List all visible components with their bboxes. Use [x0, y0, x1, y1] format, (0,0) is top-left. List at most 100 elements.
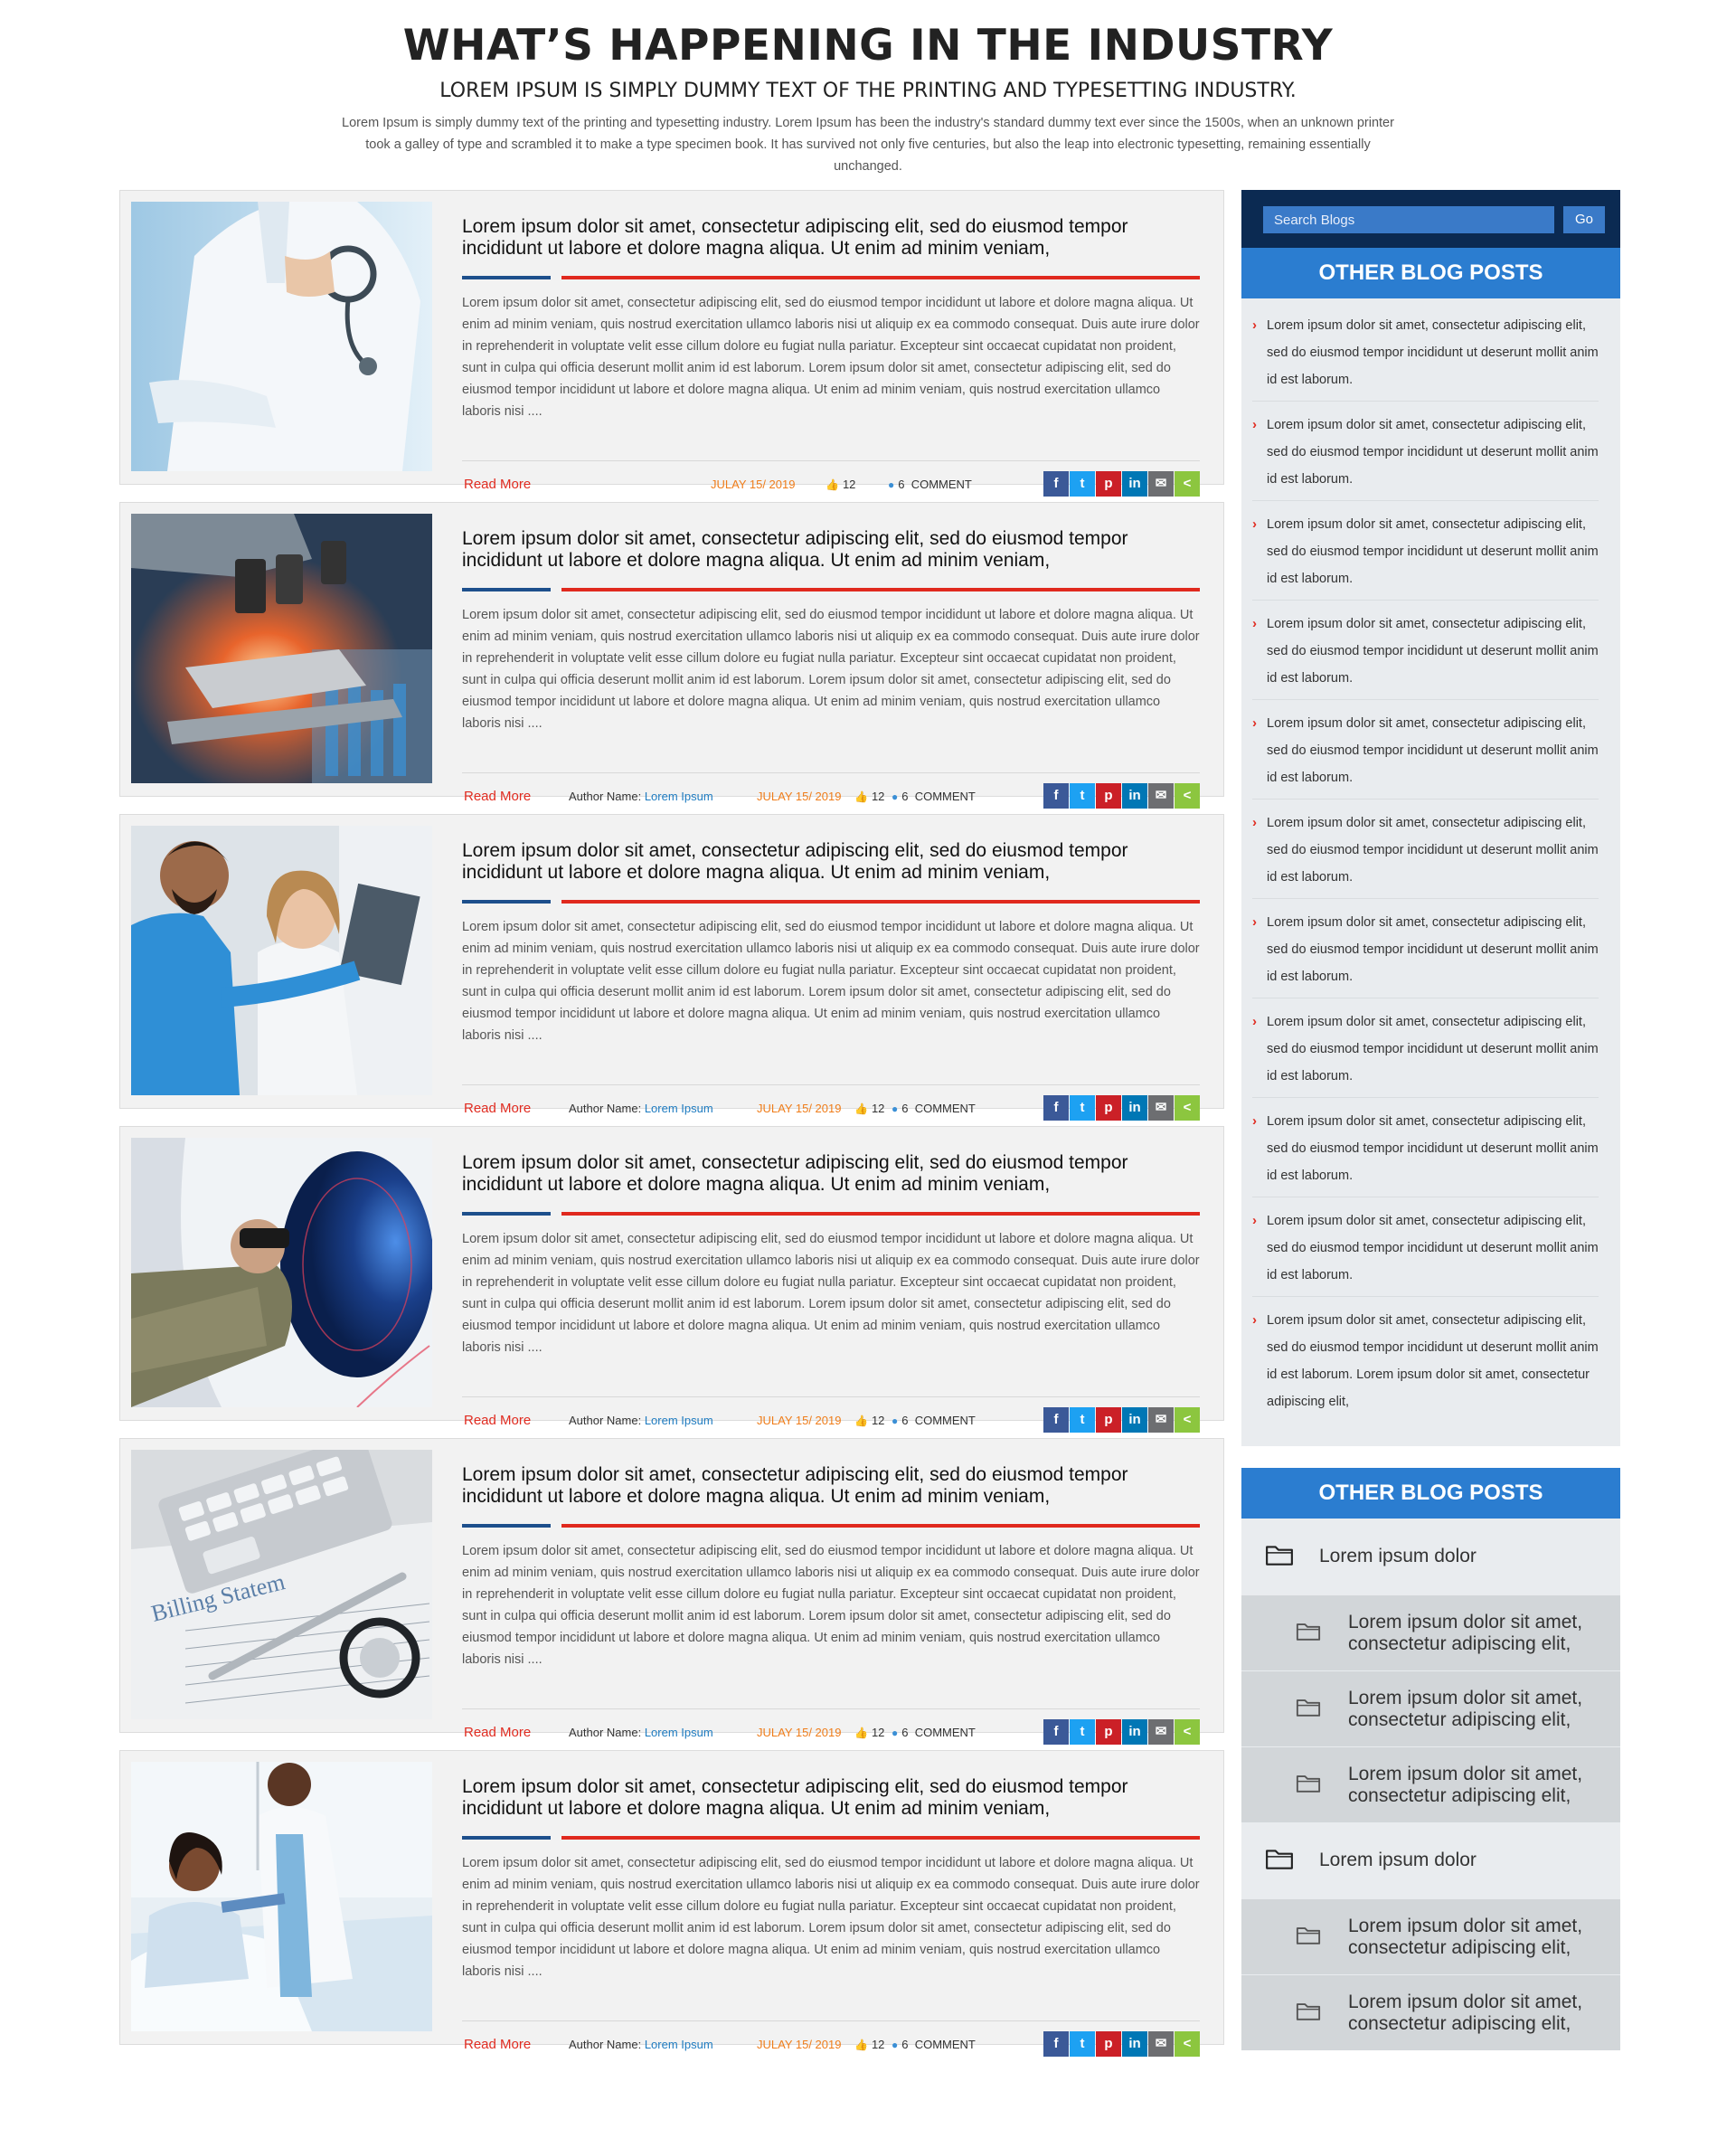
pinterest-icon[interactable]: p [1096, 1719, 1121, 1745]
email-icon[interactable]: ✉ [1148, 1095, 1174, 1121]
read-more-link[interactable]: Read More [464, 2037, 531, 2052]
recent-post-link[interactable]: Lorem ipsum dolor sit amet, consectetur … [1267, 1307, 1599, 1415]
recent-post-link[interactable]: Lorem ipsum dolor sit amet, consectetur … [1267, 412, 1599, 493]
recent-post-item[interactable]: › Lorem ipsum dolor sit amet, consectetur… [1252, 1304, 1599, 1423]
linkedin-icon[interactable]: in [1122, 1095, 1147, 1121]
likes-count[interactable]: 👍 12 [854, 1726, 884, 1739]
subcategory-item[interactable]: Lorem ipsum dolor sit amet, consectetur … [1241, 1974, 1620, 2050]
email-icon[interactable]: ✉ [1148, 2031, 1174, 2057]
search-go-button[interactable]: Go [1563, 206, 1605, 233]
recent-post-link[interactable]: Lorem ipsum dolor sit amet, consectetur … [1267, 710, 1599, 791]
twitter-icon[interactable]: t [1070, 1407, 1095, 1433]
recent-post-link[interactable]: Lorem ipsum dolor sit amet, consectetur … [1267, 909, 1599, 990]
email-icon[interactable]: ✉ [1148, 471, 1174, 497]
recent-post-item[interactable]: › Lorem ipsum dolor sit amet, consectetur… [1252, 309, 1599, 402]
facebook-icon[interactable]: f [1043, 1407, 1069, 1433]
twitter-icon[interactable]: t [1070, 783, 1095, 809]
share-icon[interactable]: < [1175, 1719, 1200, 1745]
read-more-link[interactable]: Read More [464, 789, 531, 804]
read-more-link[interactable]: Read More [464, 1413, 531, 1428]
recent-post-item[interactable]: › Lorem ipsum dolor sit amet, consectetur… [1252, 409, 1599, 501]
author-name-link[interactable]: Lorem Ipsum [645, 2038, 713, 2051]
category-item[interactable]: Lorem ipsum dolor [1241, 1822, 1620, 1898]
post-image[interactable] [131, 514, 432, 783]
twitter-icon[interactable]: t [1070, 2031, 1095, 2057]
twitter-icon[interactable]: t [1070, 471, 1095, 497]
pinterest-icon[interactable]: p [1096, 471, 1121, 497]
comments-count[interactable]: ● 6 COMMENT [892, 1726, 976, 1739]
share-icon[interactable]: < [1175, 471, 1200, 497]
comments-count[interactable]: ● 6 COMMENT [892, 1414, 976, 1427]
facebook-icon[interactable]: f [1043, 1719, 1069, 1745]
linkedin-icon[interactable]: in [1122, 1407, 1147, 1433]
comments-count[interactable]: ● 6 COMMENT [892, 1102, 976, 1115]
read-more-link[interactable]: Read More [464, 477, 531, 492]
read-more-link[interactable]: Read More [464, 1101, 531, 1116]
recent-post-item[interactable]: › Lorem ipsum dolor sit amet, consectetur… [1252, 608, 1599, 700]
recent-post-link[interactable]: Lorem ipsum dolor sit amet, consectetur … [1267, 1008, 1599, 1090]
share-icon[interactable]: < [1175, 1095, 1200, 1121]
search-input[interactable] [1263, 206, 1554, 233]
facebook-icon[interactable]: f [1043, 471, 1069, 497]
recent-post-link[interactable]: Lorem ipsum dolor sit amet, consectetur … [1267, 809, 1599, 891]
comments-count[interactable]: ● 6 COMMENT [892, 2038, 976, 2051]
likes-count[interactable]: 👍 12 [854, 1102, 884, 1115]
author-name-link[interactable]: Lorem Ipsum [645, 1414, 713, 1427]
author-name-link[interactable]: Lorem Ipsum [645, 1726, 713, 1739]
linkedin-icon[interactable]: in [1122, 471, 1147, 497]
post-image[interactable]: Billing Statem [131, 1450, 432, 1719]
comments-count[interactable]: ● 6 COMMENT [892, 790, 976, 803]
recent-post-item[interactable]: › Lorem ipsum dolor sit amet, consectetur… [1252, 1205, 1599, 1297]
linkedin-icon[interactable]: in [1122, 783, 1147, 809]
subcategory-item[interactable]: Lorem ipsum dolor sit amet, consectetur … [1241, 1594, 1620, 1670]
author-name-link[interactable]: Lorem Ipsum [645, 1102, 713, 1115]
pinterest-icon[interactable]: p [1096, 1407, 1121, 1433]
recent-post-link[interactable]: Lorem ipsum dolor sit amet, consectetur … [1267, 312, 1599, 393]
recent-post-item[interactable]: › Lorem ipsum dolor sit amet, consectetur… [1252, 1006, 1599, 1098]
email-icon[interactable]: ✉ [1148, 1719, 1174, 1745]
recent-post-link[interactable]: Lorem ipsum dolor sit amet, consectetur … [1267, 610, 1599, 692]
pinterest-icon[interactable]: p [1096, 783, 1121, 809]
share-icon[interactable]: < [1175, 1407, 1200, 1433]
likes-count[interactable]: 👍 12 [854, 1414, 884, 1427]
share-icon[interactable]: < [1175, 2031, 1200, 2057]
facebook-icon[interactable]: f [1043, 2031, 1069, 2057]
linkedin-icon[interactable]: in [1122, 2031, 1147, 2057]
recent-post-link[interactable]: Lorem ipsum dolor sit amet, consectetur … [1267, 1108, 1599, 1189]
twitter-icon[interactable]: t [1070, 1095, 1095, 1121]
recent-post-item[interactable]: › Lorem ipsum dolor sit amet, consectetur… [1252, 807, 1599, 899]
twitter-icon[interactable]: t [1070, 1719, 1095, 1745]
read-more-link[interactable]: Read More [464, 1725, 531, 1740]
post-image[interactable] [131, 1138, 432, 1407]
subcategory-item[interactable]: Lorem ipsum dolor sit amet, consectetur … [1241, 1898, 1620, 1974]
recent-post-item[interactable]: › Lorem ipsum dolor sit amet, consectetur… [1252, 508, 1599, 601]
share-icon[interactable]: < [1175, 783, 1200, 809]
pinterest-icon[interactable]: p [1096, 2031, 1121, 2057]
category-item[interactable]: Lorem ipsum dolor [1241, 1519, 1620, 1594]
facebook-icon[interactable]: f [1043, 1095, 1069, 1121]
post-title[interactable]: Lorem ipsum dolor sit amet, consectetur … [462, 216, 1200, 260]
comments-count[interactable]: ● 6 COMMENT [888, 478, 972, 491]
recent-post-item[interactable]: › Lorem ipsum dolor sit amet, consectetur… [1252, 707, 1599, 800]
recent-post-item[interactable]: › Lorem ipsum dolor sit amet, consectetur… [1252, 1105, 1599, 1197]
recent-post-link[interactable]: Lorem ipsum dolor sit amet, consectetur … [1267, 511, 1599, 592]
email-icon[interactable]: ✉ [1148, 1407, 1174, 1433]
post-image[interactable] [131, 202, 432, 471]
recent-post-link[interactable]: Lorem ipsum dolor sit amet, consectetur … [1267, 1207, 1599, 1289]
likes-count[interactable]: 👍 12 [826, 478, 855, 491]
recent-post-item[interactable]: › Lorem ipsum dolor sit amet, consectetur… [1252, 906, 1599, 998]
post-image[interactable] [131, 1762, 432, 2031]
post-title[interactable]: Lorem ipsum dolor sit amet, consectetur … [462, 1152, 1200, 1196]
likes-count[interactable]: 👍 12 [854, 790, 884, 803]
email-icon[interactable]: ✉ [1148, 783, 1174, 809]
post-title[interactable]: Lorem ipsum dolor sit amet, consectetur … [462, 840, 1200, 884]
linkedin-icon[interactable]: in [1122, 1719, 1147, 1745]
subcategory-item[interactable]: Lorem ipsum dolor sit amet, consectetur … [1241, 1746, 1620, 1822]
author-name-link[interactable]: Lorem Ipsum [645, 790, 713, 803]
post-title[interactable]: Lorem ipsum dolor sit amet, consectetur … [462, 528, 1200, 572]
post-title[interactable]: Lorem ipsum dolor sit amet, consectetur … [462, 1776, 1200, 1820]
post-title[interactable]: Lorem ipsum dolor sit amet, consectetur … [462, 1464, 1200, 1508]
likes-count[interactable]: 👍 12 [854, 2038, 884, 2051]
facebook-icon[interactable]: f [1043, 783, 1069, 809]
subcategory-item[interactable]: Lorem ipsum dolor sit amet, consectetur … [1241, 1670, 1620, 1746]
